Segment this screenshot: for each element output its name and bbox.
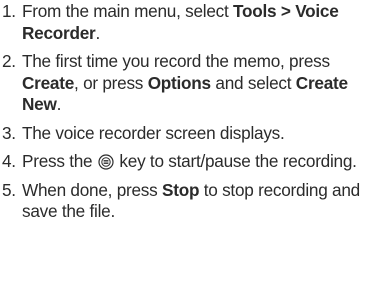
- step-text: , or press: [74, 72, 148, 93]
- step-1: 1. From the main menu, select Tools > Vo…: [0, 1, 389, 44]
- step-text: .: [95, 22, 100, 43]
- step-4: 4. Press the key to start/pause the reco…: [0, 151, 389, 173]
- step-text: When done, press: [22, 179, 163, 200]
- step-number: 5.: [2, 179, 16, 200]
- step-text: From the main menu, select: [22, 1, 234, 21]
- step-text: The first time you record the memo, pres…: [22, 51, 330, 71]
- step-text: The voice recorder screen displays.: [22, 122, 285, 143]
- step-number: 1.: [2, 1, 16, 21]
- step-text: and select: [210, 72, 296, 93]
- center-key-icon: [98, 154, 114, 170]
- step-text: Press the: [22, 151, 97, 171]
- step-number: 2.: [2, 51, 16, 71]
- step-text: .: [56, 94, 62, 114]
- options-label: Options: [147, 72, 211, 93]
- instruction-steps: 1. From the main menu, select Tools > Vo…: [0, 1, 389, 223]
- stop-label: Stop: [162, 179, 200, 200]
- step-number: 4.: [2, 151, 16, 171]
- create-label: Create: [22, 72, 75, 93]
- step-3: 3. The voice recorder screen displays.: [0, 123, 389, 145]
- step-2: 2. The first time you record the memo, p…: [0, 51, 389, 116]
- step-number: 3.: [2, 122, 16, 143]
- step-5: 5. When done, press Stop to stop recordi…: [0, 180, 389, 223]
- step-text: key to start/pause the recording.: [114, 151, 357, 171]
